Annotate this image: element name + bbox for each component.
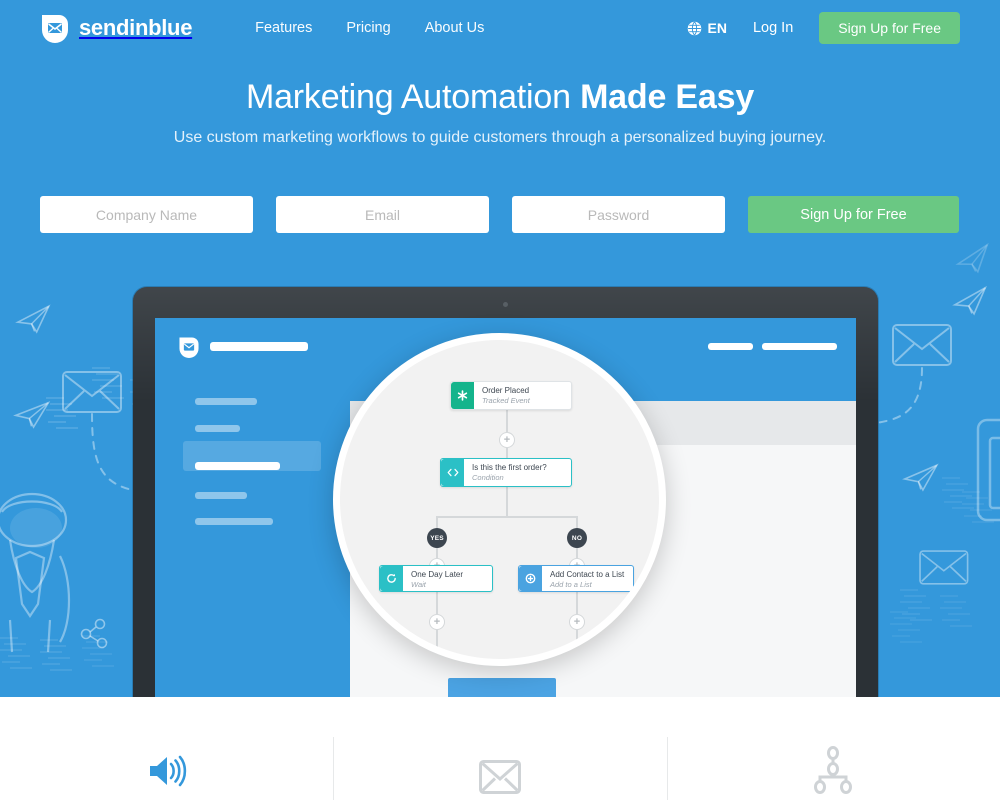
add-step-button-after-add[interactable]: + bbox=[569, 614, 585, 630]
wf-connector-left-3 bbox=[436, 630, 438, 656]
brand-name: sendinblue bbox=[79, 15, 193, 40]
sidebar-item-5 bbox=[195, 518, 273, 525]
company-name-input[interactable] bbox=[40, 196, 253, 233]
workflow-node-subtitle: Wait bbox=[411, 580, 426, 589]
globe-icon bbox=[687, 21, 701, 35]
feature-item-email[interactable] bbox=[333, 697, 666, 800]
wf-branch-rail bbox=[436, 516, 578, 518]
page-title-emphasis: Made Easy bbox=[580, 78, 755, 116]
wf-connector-right-2 bbox=[576, 592, 578, 614]
wf-connector-right-3 bbox=[576, 630, 578, 656]
main-navigation: sendinblue Features Pricing About Us EN … bbox=[0, 0, 1000, 56]
workflow-node-title: Order Placed bbox=[482, 386, 530, 395]
wf-branch-right-drop bbox=[576, 516, 578, 528]
nav-link-features[interactable]: Features bbox=[238, 20, 329, 36]
workflow-node-subtitle: Tracked Event bbox=[482, 396, 530, 405]
workflow-node-condition[interactable]: Is this the first order? Condition bbox=[440, 458, 572, 487]
wf-connector-2 bbox=[506, 448, 508, 458]
signup-form: Sign Up for Free bbox=[40, 196, 960, 233]
panel-blue-bar-1 bbox=[448, 678, 556, 697]
dashboard-topnav-item-2 bbox=[762, 343, 837, 350]
language-selector[interactable]: EN bbox=[687, 20, 753, 36]
landing-page: sendinblue Features Pricing About Us EN … bbox=[0, 0, 1000, 800]
password-input[interactable] bbox=[512, 196, 725, 233]
dashboard-title-placeholder bbox=[210, 342, 308, 351]
wf-connector-3 bbox=[506, 487, 508, 517]
language-code: EN bbox=[707, 20, 727, 36]
nav-signup-button[interactable]: Sign Up for Free bbox=[819, 12, 960, 44]
dashboard-topnav-item-1 bbox=[708, 343, 753, 350]
sidebar-item-1 bbox=[195, 398, 257, 405]
branch-badge-yes: YES bbox=[427, 528, 447, 548]
clock-refresh-icon bbox=[380, 566, 403, 591]
wf-connector-left-2 bbox=[436, 592, 438, 614]
feature-item-automation[interactable] bbox=[666, 697, 1000, 800]
workflow-node-text: One Day Later Wait bbox=[403, 566, 471, 591]
nav-links: Features Pricing About Us bbox=[238, 20, 501, 36]
wf-connector-1 bbox=[506, 410, 508, 432]
workflow-node-title: One Day Later bbox=[411, 570, 464, 579]
workflow-node-add-contact-to-list[interactable]: Add Contact to a List Add to a List bbox=[518, 565, 634, 592]
hero-signup-button[interactable]: Sign Up for Free bbox=[748, 196, 959, 233]
workflow-node-text: Order Placed Tracked Event bbox=[474, 382, 538, 409]
plus-circle-icon bbox=[519, 566, 542, 591]
nav-link-about-us[interactable]: About Us bbox=[408, 20, 502, 36]
sendinblue-shield-envelope-icon bbox=[42, 15, 68, 43]
workflow-node-title: Add Contact to a List bbox=[550, 570, 625, 579]
login-link[interactable]: Log In bbox=[753, 20, 819, 36]
asterisk-icon bbox=[451, 382, 474, 409]
nav-right-group: EN Log In Sign Up for Free bbox=[687, 12, 960, 44]
brand-logo-link[interactable]: sendinblue bbox=[40, 13, 192, 43]
envelope-icon bbox=[478, 760, 521, 794]
nav-link-pricing[interactable]: Pricing bbox=[329, 20, 407, 36]
code-brackets-icon bbox=[441, 459, 464, 486]
hero-section: sendinblue Features Pricing About Us EN … bbox=[0, 0, 1000, 697]
email-input[interactable] bbox=[276, 196, 489, 233]
features-strip bbox=[0, 697, 1000, 800]
branch-badge-no: NO bbox=[567, 528, 587, 548]
workflow-node-one-day-later[interactable]: One Day Later Wait bbox=[379, 565, 493, 592]
add-step-button-1[interactable]: + bbox=[499, 432, 515, 448]
sidebar-item-4 bbox=[195, 492, 247, 499]
wf-branch-left-drop bbox=[436, 516, 438, 528]
sidebar-item-active-label bbox=[195, 462, 280, 470]
workflow-node-title: Is this the first order? bbox=[472, 463, 547, 472]
laptop-webcam bbox=[503, 302, 508, 307]
workflow-node-text: Add Contact to a List Add to a List bbox=[542, 566, 632, 591]
workflow-node-subtitle: Add to a List bbox=[550, 580, 592, 589]
workflow-node-order-placed[interactable]: Order Placed Tracked Event bbox=[450, 381, 572, 410]
workflow-diagram: Order Placed Tracked Event + Is this the… bbox=[340, 340, 659, 659]
add-step-button-after-wait[interactable]: + bbox=[429, 614, 445, 630]
megaphone-speaker-icon bbox=[149, 755, 186, 787]
feature-item-campaigns[interactable] bbox=[0, 697, 333, 800]
sidebar-item-2 bbox=[195, 425, 240, 432]
workflow-node-text: Is this the first order? Condition bbox=[464, 459, 555, 486]
magnifier-lens: Order Placed Tracked Event + Is this the… bbox=[333, 333, 666, 666]
page-subtitle: Use custom marketing workflows to guide … bbox=[173, 129, 827, 146]
page-title-regular: Marketing Automation bbox=[245, 78, 581, 116]
workflow-node-subtitle: Condition bbox=[472, 473, 504, 482]
page-title: Marketing Automation Made Easy bbox=[0, 78, 1000, 117]
dashboard-logo-icon bbox=[179, 337, 199, 358]
workflow-sitemap-icon bbox=[814, 746, 853, 794]
